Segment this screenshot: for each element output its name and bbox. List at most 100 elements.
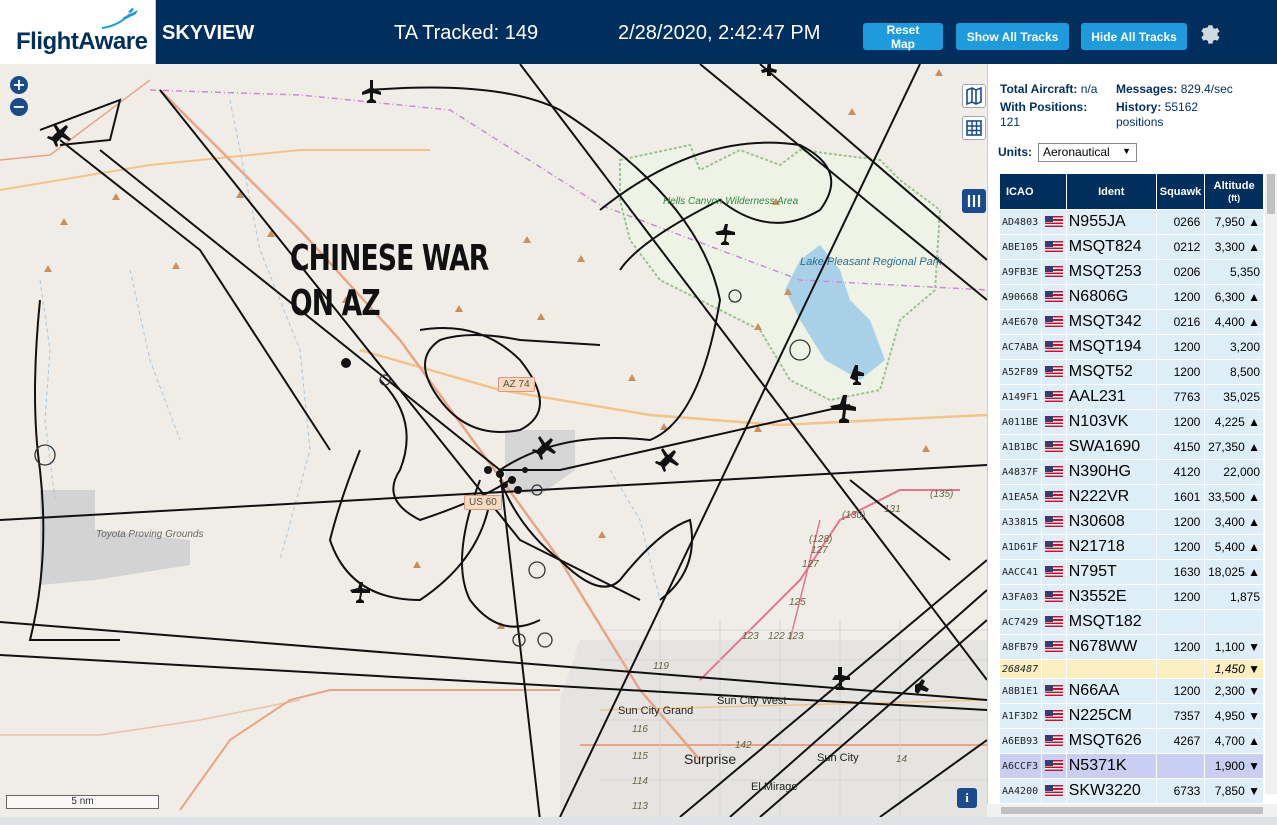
aircraft-table-container: ICAO Ident Squawk Altitude (ft) AD4803 N95… (999, 173, 1266, 818)
squawk-cell: 1200 (1155, 509, 1206, 535)
table-row[interactable]: A6EB93 MSQT626 4267 4,700 ▲ (999, 728, 1264, 754)
us-flag-icon (1041, 334, 1067, 360)
ident-cell: N225CM (1065, 703, 1157, 729)
us-flag-icon (1045, 516, 1064, 528)
table-row[interactable]: A4E670 MSQT342 0216 4,400 ▲ (999, 309, 1264, 335)
scrollbar-thumb[interactable] (1267, 174, 1275, 214)
route-number: 142 (735, 740, 752, 751)
grid-toggle-button[interactable] (962, 116, 986, 140)
map-view[interactable]: Hells Canyon Wilderness Area Lake Pleasa… (0, 64, 987, 817)
altitude-cell: 5,400 ▲ (1204, 534, 1264, 560)
horizontal-scrollbar[interactable] (987, 804, 1277, 817)
units-selected: Aeronautical (1043, 145, 1110, 159)
us-flag-icon (1045, 266, 1064, 278)
show-all-tracks-button[interactable]: Show All Tracks (956, 23, 1069, 50)
ident-cell: MSQT253 (1065, 259, 1157, 285)
icao-cell: A8FB79 (999, 634, 1043, 660)
route-number: 119 (653, 661, 669, 672)
sun-city-grand-label: Sun City Grand (618, 705, 694, 717)
icao-cell: A4837F (999, 459, 1043, 485)
table-row[interactable]: 268487 1,450 ▼ (999, 659, 1264, 679)
us-flag-icon (1041, 259, 1067, 285)
table-row[interactable]: ABE105 MSQT824 0212 3,300 ▲ (999, 234, 1264, 260)
table-row[interactable]: A9FB3E MSQT253 0206 5,350 (999, 259, 1264, 285)
zoom-out-button[interactable]: − (10, 98, 28, 116)
table-row[interactable]: A33815 N30608 1200 3,400 ▲ (999, 509, 1264, 535)
columns-toggle-button[interactable] (962, 189, 986, 213)
zoom-in-button[interactable]: + (10, 76, 28, 94)
table-row[interactable]: AA4200 SKW3220 6733 7,850 ▼ (999, 778, 1264, 804)
route-number: 123 (742, 631, 759, 642)
table-row[interactable]: A6CCF3 N5371K 1,900 ▼ (999, 753, 1264, 779)
us-flag-icon (1045, 216, 1064, 228)
table-row[interactable]: A011BE N103VK 1200 4,225 ▲ (999, 409, 1264, 435)
altitude-cell: 4,225 ▲ (1204, 409, 1264, 435)
icao-cell: A33815 (999, 509, 1043, 535)
table-row[interactable]: A52F89 MSQT52 1200 8,500 (999, 359, 1264, 385)
squawk-cell: 1200 (1155, 284, 1206, 310)
flightaware-logo[interactable]: FlightAware (0, 0, 156, 64)
altitude-cell: 1,900 ▼ (1204, 753, 1264, 779)
ident-cell: N3552E (1065, 584, 1157, 610)
us-flag-icon (1041, 409, 1067, 435)
us-flag-icon (1041, 484, 1067, 510)
ident-cell: MSQT824 (1065, 234, 1157, 260)
us-flag-icon (1041, 678, 1067, 704)
us-flag-icon (1041, 434, 1067, 460)
info-button[interactable]: i (957, 788, 977, 808)
us-flag-icon (1041, 728, 1067, 754)
aircraft-table: ICAO Ident Squawk Altitude (ft) AD4803 N95… (999, 173, 1264, 804)
table-row[interactable]: A149F1 AAL231 7763 35,025 (999, 384, 1264, 410)
squawk-cell: 1200 (1155, 584, 1206, 610)
basemap (0, 64, 987, 817)
aircraft-sidebar: Total Aircraft: n/a Messages: 829.4/sec … (987, 64, 1277, 825)
logo-text: FlightAware (16, 28, 148, 55)
us-flag-icon (1045, 416, 1064, 428)
table-row[interactable]: AD4803 N955JA 0266 7,950 ▲ (999, 209, 1264, 235)
table-scrollbar[interactable] (1265, 174, 1277, 794)
table-row[interactable]: A1EA5A N222VR 1601 33,500 ▲ (999, 484, 1264, 510)
altitude-cell: 4,950 ▼ (1204, 703, 1264, 729)
table-row[interactable]: AACC41 N795T 1630 18,025 ▲ (999, 559, 1264, 585)
reset-map-button[interactable]: Reset Map (863, 23, 943, 51)
route-number: 123 (787, 631, 804, 642)
icao-cell: A6EB93 (999, 728, 1043, 754)
table-row[interactable]: AC7ABA MSQT194 1200 3,200 (999, 334, 1264, 360)
icao-cell: AC7ABA (999, 334, 1043, 360)
us-flag-icon (1041, 634, 1067, 660)
map-layers-button[interactable] (962, 84, 986, 108)
table-row[interactable]: A8B1E1 N66AA 1200 2,300 ▼ (999, 678, 1264, 704)
table-row[interactable]: A1D61F N21718 1200 5,400 ▲ (999, 534, 1264, 560)
altitude-cell: 3,300 ▲ (1204, 234, 1264, 260)
table-row[interactable]: A1F3D2 N225CM 7357 4,950 ▼ (999, 703, 1264, 729)
scrollbar-thumb[interactable] (1001, 807, 1263, 814)
table-row[interactable]: A1B1BC SWA1690 4150 27,350 ▲ (999, 434, 1264, 460)
table-row[interactable]: A4837F N390HG 4120 22,000 (999, 459, 1264, 485)
sun-city-label: Sun City (817, 752, 859, 764)
route-number: (130) (842, 510, 866, 521)
table-row[interactable]: A3FA03 N3552E 1200 1,875 (999, 584, 1264, 610)
gear-icon[interactable] (1198, 22, 1222, 46)
icao-cell: AD4803 (999, 209, 1043, 235)
ident-cell: MSQT194 (1065, 334, 1157, 360)
squawk-header[interactable]: Squawk (1155, 173, 1206, 210)
icao-cell: A149F1 (999, 384, 1043, 410)
table-row[interactable]: AC7429 MSQT182 (999, 609, 1264, 635)
us-flag-icon (1045, 566, 1064, 578)
icao-cell: A011BE (999, 409, 1043, 435)
table-row[interactable]: A8FB79 N678WW 1200 1,100 ▼ (999, 634, 1264, 660)
squawk-cell: 4120 (1155, 459, 1206, 485)
squawk-cell: 1200 (1155, 334, 1206, 360)
squawk-cell: 0206 (1155, 259, 1206, 285)
az74-shield: AZ 74 (498, 377, 535, 392)
table-row[interactable]: A90668 N6806G 1200 6,300 ▲ (999, 284, 1264, 310)
altitude-header[interactable]: Altitude (ft) (1204, 173, 1264, 210)
route-number: 115 (632, 751, 648, 762)
ident-header[interactable]: Ident (1065, 173, 1157, 210)
hide-all-tracks-button[interactable]: Hide All Tracks (1081, 23, 1187, 50)
icao-cell: AACC41 (999, 559, 1043, 585)
history-unit: positions (1116, 115, 1164, 129)
icao-header[interactable]: ICAO (999, 173, 1067, 210)
altitude-cell: 4,700 ▲ (1204, 728, 1264, 754)
units-select[interactable]: Aeronautical ▼ (1038, 143, 1137, 162)
